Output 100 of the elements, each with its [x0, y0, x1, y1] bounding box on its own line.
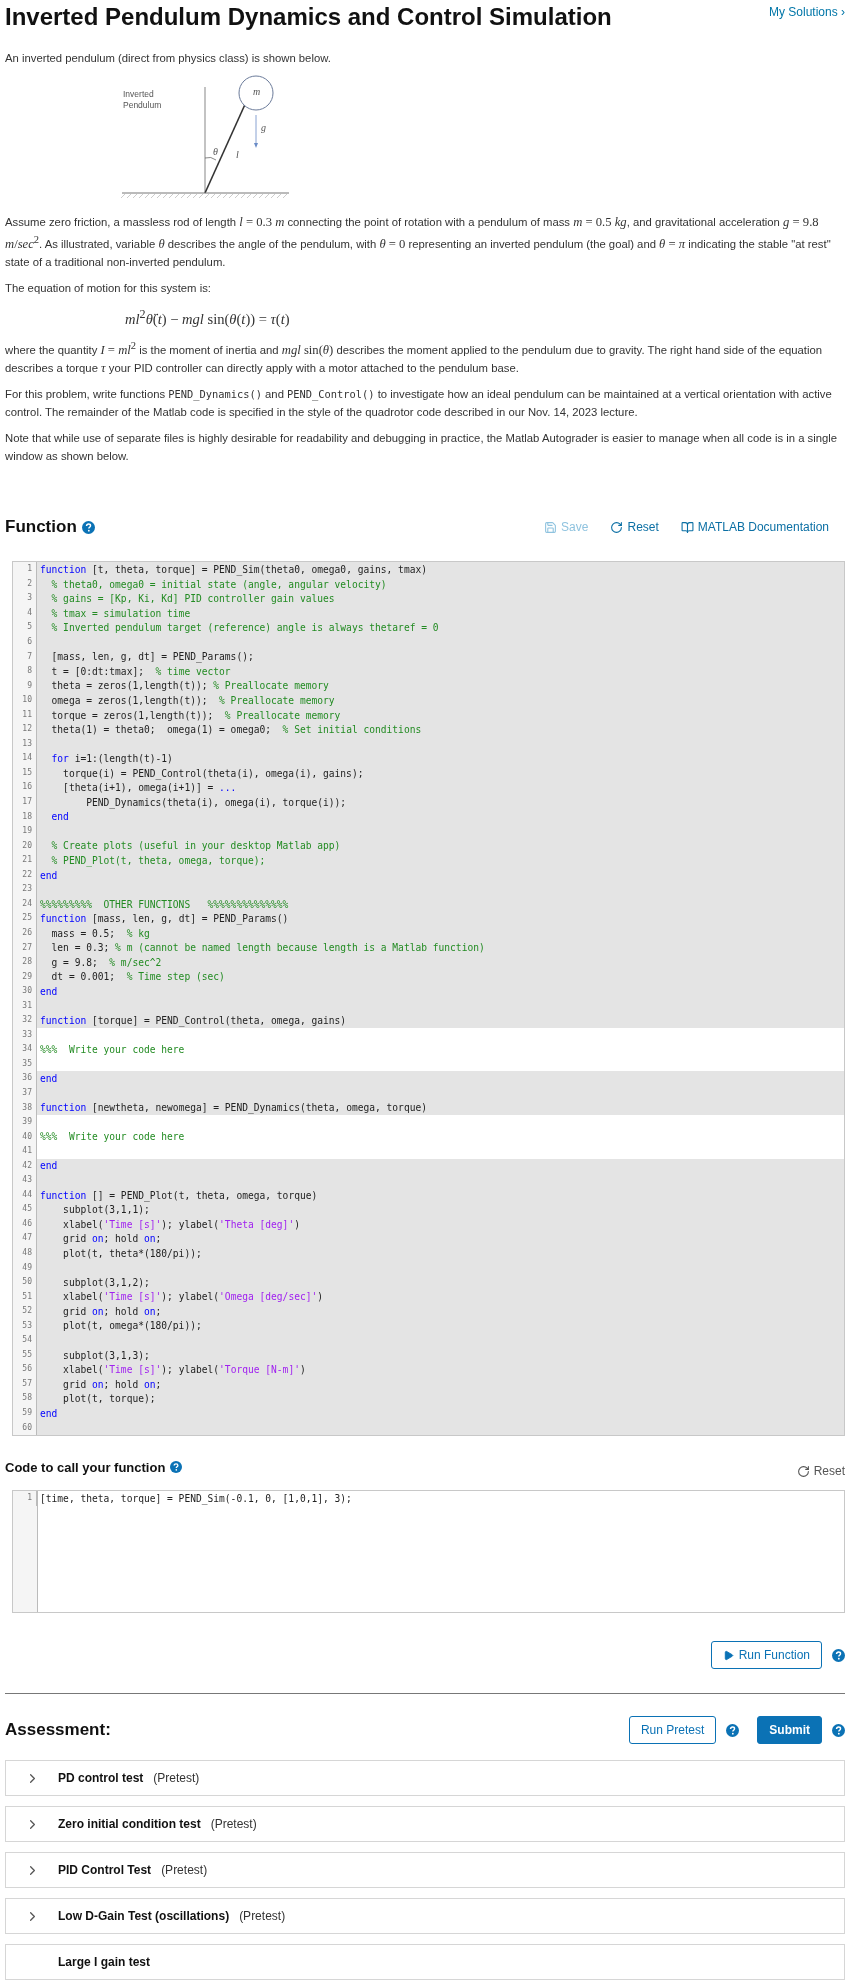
code-editor[interactable]	[12, 561, 845, 1437]
help-icon[interactable]	[832, 1723, 845, 1737]
line-number: 45	[13, 1202, 37, 1217]
code-line: end	[39, 869, 58, 881]
help-icon[interactable]	[832, 1648, 845, 1662]
line-number: 12	[13, 722, 37, 737]
paragraph: The equation of motion for this system is:	[5, 281, 212, 297]
line-number: 16	[13, 780, 37, 796]
code-line: end	[39, 1160, 58, 1172]
test-name: Large I gain test	[58, 1955, 151, 1970]
reset-icon	[796, 1464, 810, 1478]
code-line: len = 0.3; % m (cannot be named length because length is a Matlab function)	[50, 942, 485, 954]
line-number: 32	[13, 1013, 37, 1028]
code-line: function [] = PEND_Plot(t, theta, omega, torque)	[39, 1189, 318, 1201]
line-number: 5	[13, 620, 37, 635]
test-row[interactable]: PD control test (Pretest)	[5, 1760, 845, 1797]
line-number: 43	[13, 1173, 37, 1188]
code-line: grid on; hold on;	[62, 1305, 162, 1317]
paragraph: For this problem, write functions PEND_Dynamics() and PEND_Control() to investigate how an ideal pendulum can be maintained at a vertical orientation with active control. The remainder of the Matlab code is specified in the style of the quadrotor code described in our Nov. 14, 2023 lecture.	[5, 387, 833, 421]
code-line: subplot(3,1,2);	[62, 1276, 150, 1288]
page-title: Inverted Pendulum Dynamics and Control Simulation	[5, 3, 612, 31]
code-line: dt = 0.001; % Time step (sec)	[50, 971, 225, 983]
code-line: mass = 0.5; % kg	[50, 927, 150, 939]
code-line: % gains = [Kp, Ki, Kd] PID controller gain values	[50, 593, 335, 605]
test-tag: (Pretest)	[210, 1817, 257, 1832]
line-number: 41	[13, 1144, 37, 1159]
line-number: 30	[13, 984, 37, 999]
code-line: end	[39, 1407, 58, 1419]
intro-text: An inverted pendulum (direct from physics class) is shown below.	[5, 51, 332, 66]
code-line: [theta(i+1), omega(i+1)] = ...	[62, 782, 237, 794]
run-pretest-button[interactable]: Run Pretest	[628, 1716, 717, 1745]
test-row[interactable]: Zero initial condition test (Pretest)	[5, 1806, 845, 1843]
code-line: [mass, len, g, dt] = PEND_Params();	[50, 651, 254, 663]
section-title: Code to call your function	[5, 1459, 166, 1475]
test-row[interactable]: Low D-Gain Test (oscillations) (Pretest)	[5, 1898, 845, 1935]
code-line: function [mass, len, g, dt] = PEND_Params()	[39, 913, 289, 925]
line-number: 47	[13, 1231, 37, 1246]
test-row[interactable]: Large I gain test	[5, 1944, 845, 1981]
line-number: 6	[13, 635, 37, 650]
line-number: 23	[13, 882, 37, 897]
line-number: 36	[13, 1071, 37, 1086]
line-number: 14	[13, 751, 37, 766]
test-name: Low D-Gain Test (oscillations)	[58, 1909, 230, 1924]
code-line: [time, theta, torque] = PEND_Sim(-0.1, 0, [1,0,1], 3);	[39, 1492, 352, 1504]
code-line: g = 9.8; % m/sec^2	[50, 956, 162, 968]
help-icon[interactable]	[81, 520, 95, 534]
test-name: PD control test	[58, 1771, 144, 1786]
code-line: plot(t, omega*(180/pi));	[62, 1320, 202, 1332]
paragraph: Assume zero friction, a massless rod of length l = 0.3 m connecting the point of rotation with a pendulum of mass m = 0.5 kg, and gravitational acceleration g = 9.8 m/sec$^{2}$. As illustrated, variable θ describes the angle of the pendulum, with θ = 0 representing an inverted pendulum (the goal) and θ = π indicating the stable "at rest" state of a traditional non-inverted pendulum.	[5, 214, 832, 271]
code-line: % tmax = simulation time	[50, 607, 191, 619]
line-number: 54	[13, 1333, 37, 1348]
line-number: 8	[13, 664, 37, 679]
help-icon[interactable]	[170, 1461, 183, 1474]
diagram-label: l	[236, 149, 239, 160]
docs-link[interactable]: MATLAB Documentation	[680, 520, 829, 535]
code-line: xlabel('Time [s]'); ylabel('Torque [N-m]')	[62, 1364, 306, 1376]
submit-button[interactable]: Submit	[757, 1716, 822, 1745]
code-line: t = [0:dt:tmax]; % time vector	[50, 665, 231, 677]
reset-link[interactable]: Reset	[610, 520, 659, 535]
code-line: plot(t, torque);	[62, 1393, 156, 1405]
code-line: torque = zeros(1,length(t)); % Preallocate memory	[50, 709, 341, 721]
code-line: function [newtheta, newomega] = PEND_Dynamics(theta, omega, torque)	[39, 1102, 427, 1114]
code-line: % PEND_Plot(t, theta, omega, torque);	[50, 855, 266, 866]
code-editor[interactable]: 1 [time, theta, torque] = PEND_Sim(-0.1, 0, [1,0,1], 3);	[12, 1490, 845, 1614]
code-line: for i=1:(length(t)-1)	[50, 753, 173, 765]
section-title: Assessment:	[5, 1720, 111, 1741]
test-row[interactable]: PID Control Test (Pretest)	[5, 1852, 845, 1889]
line-number: 28	[13, 955, 37, 970]
code-line: end	[50, 811, 69, 823]
code-line: %%%%%%%%% OTHER FUNCTIONS %%%%%%%%%%%%%%	[39, 898, 289, 910]
save-icon	[544, 520, 558, 534]
line-number: 17	[13, 795, 37, 810]
code-line: torque(i) = PEND_Control(theta(i), omega(i), gains);	[62, 767, 364, 779]
code-line: theta(1) = theta0; omega(1) = omega0; % Set initial conditions	[50, 724, 422, 736]
line-number: 56	[13, 1362, 37, 1377]
test-name: Zero initial condition test	[58, 1817, 201, 1832]
run-function-button[interactable]: Run Function	[710, 1641, 822, 1670]
code-line: %%% Write your code here	[39, 1044, 185, 1056]
code-line: % Create plots (useful in your desktop Matlab app)	[50, 840, 341, 852]
reset-link[interactable]: Reset	[796, 1456, 845, 1479]
my-solutions-link[interactable]: My Solutions ›	[768, 3, 845, 19]
equation: ml$^{2}$θ̈(t) − mgl sin(θ(t)) = τ(t)	[124, 306, 291, 330]
code-line: plot(t, theta*(180/pi));	[62, 1247, 202, 1259]
help-icon[interactable]	[726, 1723, 740, 1737]
diagram-label: g	[261, 122, 266, 133]
test-tag: (Pretest)	[153, 1771, 200, 1786]
code-line: %%% Write your code here	[39, 1131, 185, 1143]
line-number: 50	[13, 1275, 37, 1290]
code-line: theta = zeros(1,length(t)); % Preallocate memory	[50, 680, 329, 692]
diagram-label: m	[253, 86, 261, 97]
line-number: 39	[13, 1115, 37, 1130]
line-number: 25	[13, 911, 37, 926]
line-number: 10	[13, 693, 37, 708]
line-number: 21	[13, 853, 37, 868]
line-number: 34	[13, 1042, 37, 1057]
test-tag: (Pretest)	[161, 1863, 208, 1878]
line-number: 59	[13, 1406, 37, 1421]
code-line: end	[39, 1073, 58, 1085]
code-line: function [torque] = PEND_Control(theta, omega, gains)	[39, 1015, 347, 1026]
code-line: omega = zeros(1,length(t)); % Preallocate memory	[50, 694, 335, 706]
